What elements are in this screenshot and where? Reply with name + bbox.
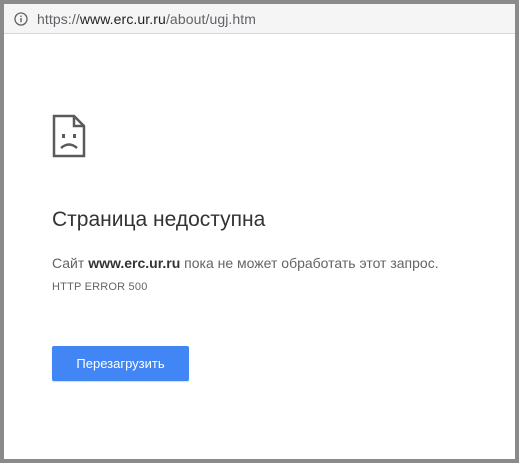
url-text[interactable]: https://www.erc.ur.ru/about/ugj.htm: [37, 11, 256, 27]
error-icon-container: [52, 114, 495, 158]
reload-button[interactable]: Перезагрузить: [52, 346, 189, 381]
sad-page-icon: [52, 114, 86, 158]
address-bar[interactable]: https://www.erc.ur.ru/about/ugj.htm: [4, 4, 515, 34]
error-description: Сайт www.erc.ur.ru пока не может обработ…: [52, 255, 439, 271]
browser-window: https://www.erc.ur.ru/about/ugj.htm Стра…: [0, 0, 519, 463]
description-prefix: Сайт: [52, 255, 89, 271]
description-suffix: пока не может обработать этот запрос.: [180, 255, 439, 271]
url-scheme: https://: [37, 10, 80, 27]
page-title: Страница недоступна: [52, 208, 266, 231]
error-code: HTTP ERROR 500: [52, 281, 148, 293]
url-path: /about/ugj.htm: [165, 10, 257, 27]
info-icon[interactable]: [14, 11, 28, 26]
description-host: www.erc.ur.ru: [88, 255, 181, 271]
url-host: www.erc.ur.ru: [79, 10, 166, 27]
